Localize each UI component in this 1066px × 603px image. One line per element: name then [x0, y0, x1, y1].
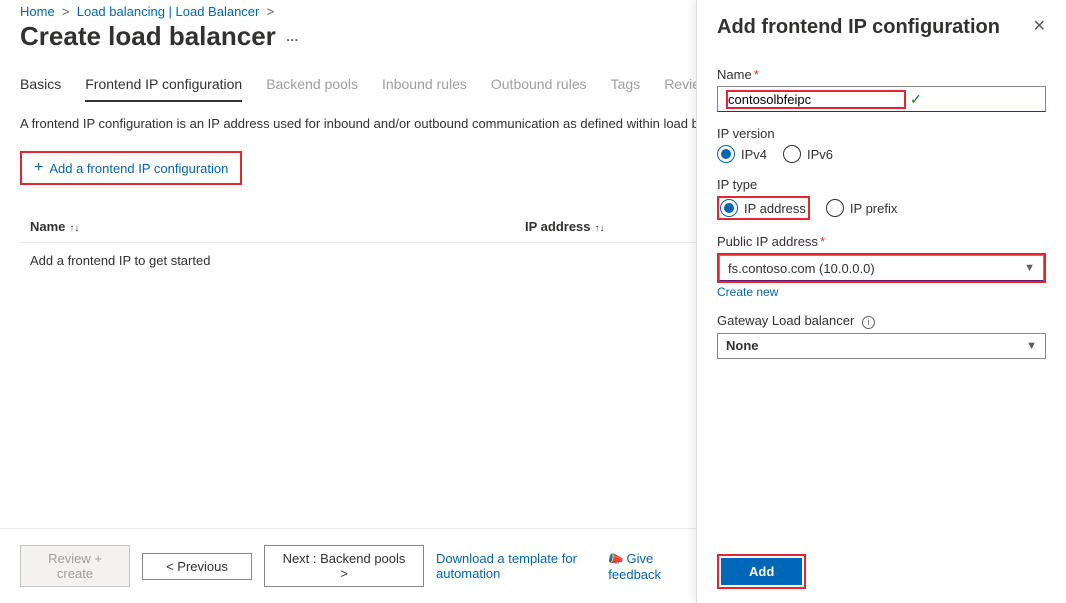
- plus-icon: +: [34, 160, 43, 176]
- page-title: Create load balancer: [20, 21, 276, 52]
- tab-backend-pools[interactable]: Backend pools: [266, 76, 358, 102]
- megaphone-icon: 📣: [607, 549, 626, 568]
- close-icon[interactable]: ✕: [1033, 16, 1046, 36]
- chevron-down-icon: ▼: [1026, 340, 1037, 352]
- sort-icon: ↑↓: [595, 223, 605, 234]
- name-input[interactable]: [728, 92, 904, 107]
- ip-version-label: IP version: [717, 126, 1046, 141]
- download-template-link[interactable]: Download a template for automation: [436, 551, 596, 581]
- previous-button[interactable]: < Previous: [142, 553, 252, 580]
- add-frontend-ip-label: Add a frontend IP configuration: [49, 161, 228, 176]
- add-button[interactable]: Add: [721, 558, 802, 585]
- name-label: Name*: [717, 67, 1046, 82]
- check-icon: ✓: [910, 91, 922, 108]
- tab-basics[interactable]: Basics: [20, 76, 61, 102]
- review-create-button: Review + create: [20, 545, 130, 587]
- ipv6-radio[interactable]: IPv6: [783, 145, 833, 163]
- ip-address-radio[interactable]: IP address: [720, 199, 806, 217]
- gateway-lb-value: None: [726, 338, 759, 353]
- next-button[interactable]: Next : Backend pools >: [264, 545, 424, 587]
- add-frontend-ip-panel: Add frontend IP configuration ✕ Name* ✓ …: [696, 0, 1066, 603]
- gateway-lb-select[interactable]: None ▼: [717, 333, 1046, 359]
- more-actions-icon[interactable]: …: [286, 29, 300, 44]
- ip-prefix-radio[interactable]: IP prefix: [826, 199, 897, 217]
- info-icon[interactable]: i: [862, 316, 875, 329]
- public-ip-select[interactable]: fs.contoso.com (10.0.0.0) ▼: [719, 255, 1044, 281]
- tab-inbound-rules[interactable]: Inbound rules: [382, 76, 467, 102]
- public-ip-label: Public IP address*: [717, 234, 1046, 249]
- tab-tags[interactable]: Tags: [611, 76, 641, 102]
- public-ip-value: fs.contoso.com (10.0.0.0): [728, 261, 875, 276]
- panel-title: Add frontend IP configuration: [717, 16, 1000, 39]
- tab-outbound-rules[interactable]: Outbound rules: [491, 76, 587, 102]
- column-header-name[interactable]: Name↑↓: [30, 219, 525, 234]
- add-frontend-ip-button[interactable]: + Add a frontend IP configuration: [23, 154, 239, 182]
- tab-frontend-ip[interactable]: Frontend IP configuration: [85, 76, 242, 102]
- breadcrumb-home[interactable]: Home: [20, 4, 55, 19]
- create-new-public-ip-link[interactable]: Create new: [717, 285, 778, 299]
- ip-type-label: IP type: [717, 177, 1046, 192]
- give-feedback-link[interactable]: 📣Give feedback: [608, 551, 686, 582]
- name-input-wrapper: ✓: [717, 86, 1046, 112]
- gateway-lb-label: Gateway Load balancer i: [717, 313, 1046, 329]
- sort-icon: ↑↓: [69, 223, 79, 234]
- ipv4-radio[interactable]: IPv4: [717, 145, 767, 163]
- breadcrumb-load-balancing[interactable]: Load balancing | Load Balancer: [77, 4, 260, 19]
- chevron-down-icon: ▼: [1024, 262, 1035, 274]
